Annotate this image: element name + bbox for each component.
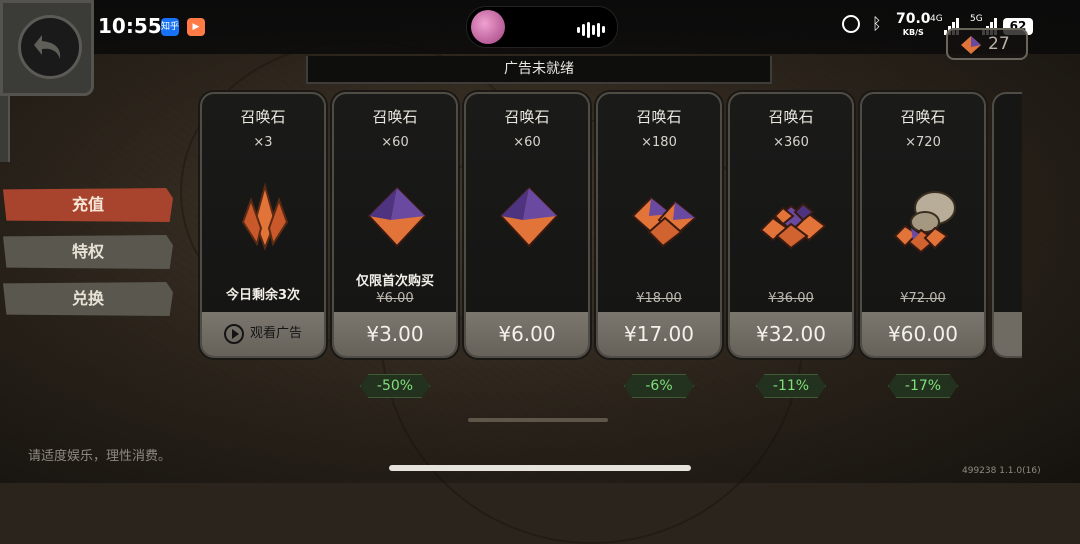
version-label: 499238 1.1.0(16) xyxy=(962,466,1041,476)
crystal-icon xyxy=(367,186,427,248)
discount-badge: -6% xyxy=(624,374,694,398)
price-strip xyxy=(994,312,1022,356)
card-title: 召唤石 xyxy=(900,108,946,126)
scroll-indicator[interactable] xyxy=(468,418,608,422)
card-title: 召唤石 xyxy=(636,108,682,126)
tv-app-icon: ▶ xyxy=(187,18,205,36)
shop-card-60-first[interactable]: 召唤石 ×60 仅限首次购买 ¥6.00 ¥3.00 xyxy=(332,92,458,358)
crystal-icon xyxy=(499,186,559,248)
status-bar: 10:55 知乎 ▶ ᛒ 70.0 KB/S 4G 5G 62 xyxy=(0,0,1080,54)
network-5g-label: 5G xyxy=(970,14,983,24)
shop-card-ad[interactable]: 召唤石 ×3 今日剩余3次 观看广告 xyxy=(200,92,326,358)
home-indicator[interactable] xyxy=(389,465,691,471)
tab-privilege[interactable]: 特权 xyxy=(3,235,173,269)
price-button[interactable]: ¥17.00 xyxy=(598,312,720,356)
network-4g-label: 4G xyxy=(930,14,943,24)
network-speed-value: 70.0 xyxy=(896,11,931,27)
discount-badge: -17% xyxy=(888,374,958,398)
discount-badge: -11% xyxy=(756,374,826,398)
back-arrow-icon xyxy=(34,35,61,59)
card-note: 仅限首次购买 xyxy=(355,274,434,289)
network-speed-unit: KB/S xyxy=(902,28,924,37)
currency-display[interactable]: 27 xyxy=(946,28,1028,60)
card-quantity: ×180 xyxy=(641,135,677,150)
watch-ad-label: 观看广告 xyxy=(249,326,302,341)
shop-card-60[interactable]: 召唤石 ×60 ¥6.00 xyxy=(464,92,590,358)
crystal-heap-icon xyxy=(759,202,827,250)
alarm-icon xyxy=(842,15,860,33)
small-crystal-icon xyxy=(241,182,289,251)
play-icon xyxy=(223,324,244,344)
audio-wave-icon xyxy=(577,19,607,38)
card-quantity: ×3 xyxy=(253,135,273,150)
price-button[interactable]: ¥3.00 xyxy=(334,312,456,356)
back-button[interactable] xyxy=(18,15,82,79)
card-note: 今日剩余3次 xyxy=(225,288,301,303)
card-old-price: ¥36.00 xyxy=(768,291,814,306)
shop-card-180[interactable]: 召唤石 ×180 ¥18.00 ¥17.00 xyxy=(596,92,722,358)
discount-badge: -50% xyxy=(360,374,430,398)
card-title: 召唤石 xyxy=(768,108,814,126)
price-button[interactable]: ¥6.00 xyxy=(466,312,588,356)
watch-ad-button[interactable]: 观看广告 xyxy=(202,312,324,356)
shop-card-360[interactable]: 召唤石 ×360 ¥36.00 ¥32.00 xyxy=(728,92,854,358)
network-speed: 70.0 KB/S xyxy=(896,12,931,40)
card-quantity: ×720 xyxy=(905,135,941,150)
tab-recharge[interactable]: 充值 xyxy=(3,188,173,222)
zhihu-app-icon: 知乎 xyxy=(161,18,179,36)
card-old-price: ¥18.00 xyxy=(636,291,682,306)
card-quantity: ×60 xyxy=(381,135,409,150)
shop-card-partial[interactable] xyxy=(992,92,1022,358)
crystal-pile-icon xyxy=(631,196,697,248)
status-time: 10:55 xyxy=(98,14,162,38)
card-title: 召唤石 xyxy=(504,108,550,126)
card-old-price: ¥6.00 xyxy=(376,291,414,306)
dynamic-island[interactable] xyxy=(466,6,618,48)
card-quantity: ×60 xyxy=(513,135,541,150)
card-title: 召唤石 xyxy=(240,108,286,126)
panel-edge xyxy=(0,96,10,162)
summon-stone-icon xyxy=(961,36,981,54)
card-old-price: ¥72.00 xyxy=(900,291,946,306)
back-panel xyxy=(0,0,94,96)
footer-note: 请适度娱乐，理性消费。 xyxy=(28,449,172,464)
shop-card-720[interactable]: 召唤石 ×720 ¥72.00 ¥60.00 xyxy=(860,92,986,358)
ad-not-ready-banner: 广告未就绪 xyxy=(306,56,772,84)
currency-value: 27 xyxy=(988,34,1010,54)
price-button[interactable]: ¥60.00 xyxy=(862,312,984,356)
card-quantity: ×360 xyxy=(773,135,809,150)
card-title: 召唤石 xyxy=(372,108,418,126)
bluetooth-icon: ᛒ xyxy=(872,14,882,33)
crystal-bag-icon xyxy=(893,191,956,254)
price-button[interactable]: ¥32.00 xyxy=(730,312,852,356)
media-avatar xyxy=(471,10,505,44)
tab-exchange[interactable]: 兑换 xyxy=(3,282,173,316)
